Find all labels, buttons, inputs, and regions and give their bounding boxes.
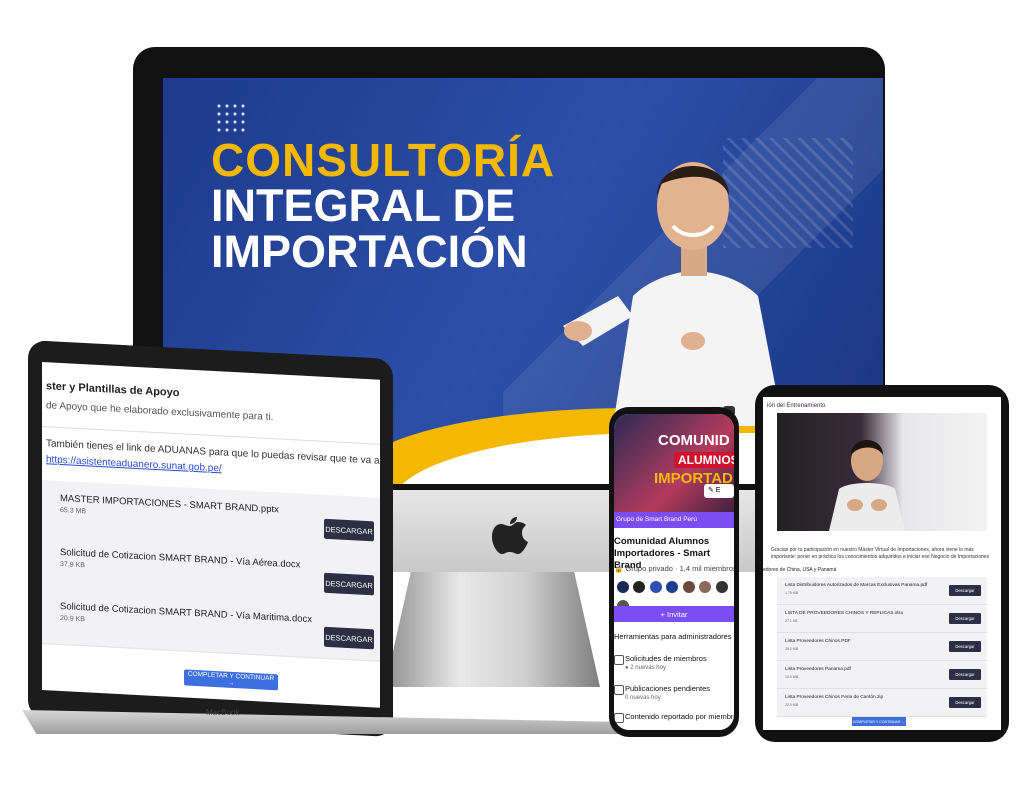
- hero-title-line-2: INTEGRAL DE: [211, 180, 516, 231]
- tablet-description: Gracias por tu participación en nuestro …: [771, 547, 990, 560]
- file-size: 37.9 KB: [60, 560, 85, 570]
- file-size: 22.0 MB: [785, 703, 799, 707]
- avatar: [616, 580, 630, 594]
- download-button[interactable]: Descargar: [949, 585, 981, 596]
- download-button[interactable]: Descargar: [949, 641, 981, 652]
- hero-title-line-1: CONSULTORÍA: [211, 134, 556, 186]
- admin-item-pending[interactable]: Publicaciones pendientes 0 nuevas hoy: [614, 682, 734, 710]
- phone-screen: COMUNID ALUMNOS IMPORTAD ✎ E Grupo de Sm…: [614, 414, 734, 730]
- video-presenter-image: [829, 440, 905, 531]
- file-name: Solicitud de Cotizacion SMART BRAND - Ví…: [60, 600, 313, 626]
- avatar: [714, 580, 729, 594]
- file-size: 65.3 MB: [60, 506, 87, 516]
- tablet-section-title: edores de China, USA y Panamá: [763, 567, 837, 573]
- download-button[interactable]: DESCARGAR: [324, 626, 374, 650]
- decorative-dots: [215, 102, 247, 132]
- file-row: Lista Distribuidores Autorizados de Marc…: [777, 577, 987, 605]
- imac-stand: [385, 572, 600, 687]
- flag-icon: [614, 713, 624, 723]
- file-size: 20.9 KB: [60, 614, 85, 624]
- aduanas-link[interactable]: https://asistenteaduanero.sunat.gob.pe/: [46, 454, 222, 474]
- avatar: [632, 580, 647, 594]
- hero-title-line-3: IMPORTACIÓN: [211, 226, 528, 277]
- admin-item-sub: 0 nuevas hoy: [625, 695, 661, 701]
- avatar: [648, 580, 663, 594]
- file-name: Lista Proveedores Chinos Feria de Cantón…: [785, 695, 884, 700]
- avatar: [681, 580, 696, 594]
- members-icon: [614, 655, 624, 665]
- posts-icon: [614, 685, 624, 695]
- laptop-screen: ster y Plantillas de Apoyo de Apoyo que …: [42, 362, 380, 708]
- admin-item-sub: ● 2 nuevas hoy: [625, 665, 666, 671]
- complete-continue-button[interactable]: COMPLETAR Y CONTINUAR →: [852, 717, 906, 726]
- tablet-screen: ión del Entrenamiento Gracias por tu par…: [763, 397, 1001, 730]
- file-name: Lista Distribuidores Autorizados de Marc…: [785, 583, 928, 588]
- file-size: 1.75 MB: [785, 591, 799, 595]
- download-button[interactable]: Descargar: [949, 669, 981, 680]
- invite-button[interactable]: + Invitar: [614, 606, 734, 622]
- group-owner-bar[interactable]: Grupo de Smart Brand Perú: [614, 512, 734, 528]
- admin-item-title: Solicitudes de miembros: [625, 654, 707, 663]
- file-name: Lista Proveedores Chinos.PDF: [785, 639, 851, 644]
- apple-logo-icon: [492, 517, 528, 554]
- download-button[interactable]: DESCARGAR: [324, 518, 374, 542]
- admin-item-requests[interactable]: Solicitudes de miembros ● 2 nuevas hoy: [614, 652, 734, 680]
- file-row: Lista Proveedores Chinos.PDF 35.2 MB Des…: [777, 633, 987, 661]
- complete-continue-button[interactable]: COMPLETAR Y CONTINUAR →: [184, 669, 278, 691]
- group-cover-image: COMUNID ALUMNOS IMPORTAD ✎ E: [614, 414, 734, 514]
- admin-item-title: Contenido reportado por miembros: [625, 712, 734, 721]
- presenter-image: [563, 162, 783, 426]
- file-size: 35.2 MB: [785, 647, 799, 651]
- avatar: [665, 580, 680, 594]
- admin-tools-heading: Herramientas para administradores: [614, 632, 732, 641]
- laptop-section-subtext: de Apoyo que he elaborado exclusivamente…: [46, 400, 274, 424]
- laptop-brand: MacBook: [206, 708, 240, 717]
- file-row: LISTA DE PROVEEDORES CHINOS Y REPLICAS.x…: [777, 605, 987, 633]
- file-row: Lista Proveedores Chinos Feria de Cantón…: [777, 689, 987, 717]
- member-avatars[interactable]: [616, 580, 732, 613]
- file-name: LISTA DE PROVEEDORES CHINOS Y REPLICAS.x…: [785, 611, 904, 616]
- file-row: Lista Proveedores Panama.pdf 10.6 MB Des…: [777, 661, 987, 689]
- cover-text-2: ALUMNOS: [674, 452, 734, 468]
- download-button[interactable]: DESCARGAR: [324, 572, 374, 596]
- cover-text-1: COMUNID: [658, 432, 730, 449]
- tablet-lesson-title: ión del Entrenamiento: [767, 403, 826, 409]
- download-button[interactable]: Descargar: [949, 613, 981, 624]
- file-size: 27.1 KB: [785, 619, 798, 623]
- admin-item-reported[interactable]: Contenido reportado por miembros: [614, 710, 734, 730]
- file-name: Lista Proveedores Panama.pdf: [785, 667, 851, 672]
- video-player[interactable]: [777, 413, 987, 531]
- edit-cover-button[interactable]: ✎ E: [704, 484, 734, 498]
- file-name: Solicitud de Cotizacion SMART BRAND - Ví…: [60, 546, 301, 571]
- file-name: MASTER IMPORTACIONES - SMART BRAND.pptx: [60, 492, 279, 516]
- admin-item-title: Publicaciones pendientes: [625, 684, 711, 693]
- avatar: [698, 580, 713, 594]
- file-size: 10.6 MB: [785, 675, 799, 679]
- download-button[interactable]: Descargar: [949, 697, 981, 708]
- group-meta: 🔒 Grupo privado · 1,4 mil miembros: [614, 564, 734, 573]
